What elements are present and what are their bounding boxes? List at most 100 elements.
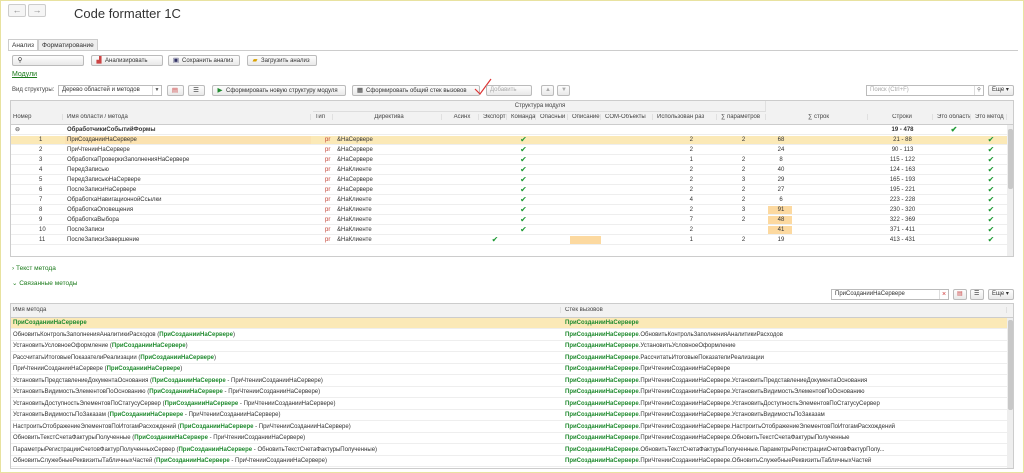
chevron-down-icon: ⌄ — [12, 280, 18, 287]
move-up-button[interactable]: ▲ — [541, 85, 554, 96]
related-scrollbar-thumb[interactable] — [1008, 320, 1013, 410]
list-item[interactable]: ПараметрыРегистрацииСчетовФактурПолученн… — [11, 445, 1007, 456]
collapse-icon[interactable]: ⊖ — [13, 126, 23, 134]
table-row[interactable]: 2 ПриЧтенииНаСервере pr &НаСервере ✔ 2 24 90 - … — [11, 146, 1007, 155]
list-item[interactable]: ПриСозданииНаСервере ПриСозданииНаСервере — [11, 318, 1007, 329]
col-type[interactable]: Тип — [313, 114, 333, 120]
call-stack: ПриСозданииНаСервере.ПриЧтенииСозданииНа… — [563, 399, 1007, 409]
row-params: 2 — [741, 197, 746, 203]
check-icon: ✔ — [520, 186, 527, 194]
method-name: ПараметрыРегистрацииСчетовФактурПолученн… — [11, 445, 561, 455]
call-stack: ПриСозданииНаСервере.ПриЧтенииСозданииНа… — [563, 364, 1007, 374]
search-button[interactable]: ⚲ — [12, 55, 84, 66]
related-methods-section[interactable]: ⌄ Связанные методы — [12, 279, 77, 287]
row-name: ПослеЗаписиЗавершение — [67, 237, 140, 243]
folder-icon: ▰ — [252, 57, 258, 64]
structure-select-value: Дерево областей и методов — [62, 87, 140, 93]
list-item[interactable]: УстановитьПредставлениеДокументаОсновани… — [11, 376, 1007, 387]
table-row[interactable]: 11 ПослеЗаписиЗавершение pr &НаКлиенте ✔ 1 2 19… — [11, 236, 1007, 245]
modules-link[interactable]: Модули — [12, 71, 37, 78]
related-vertical-scrollbar[interactable] — [1007, 318, 1013, 468]
move-down-button[interactable]: ▼ — [557, 85, 570, 96]
col-com-objects[interactable]: COM-Объекты — [603, 114, 653, 120]
row-type: pr — [325, 237, 331, 243]
row-lines-sum: 8 — [779, 157, 783, 163]
related-more-button[interactable]: Еще ▾ — [988, 289, 1014, 300]
call-stack-suffix: .РассчитатьИтоговыеПоказателиРеализации — [638, 354, 765, 361]
back-button[interactable]: ← — [8, 4, 26, 17]
table-row[interactable]: 7 ОбработкаНавигационнойСсылки pr &НаКлиент… — [11, 196, 1007, 205]
call-stack: ПриСозданииНаСервере.ОбновитьКонтрольЗап… — [563, 330, 1007, 340]
list-item[interactable]: РассчитатьИтоговыеПоказателиРеализации (… — [11, 353, 1007, 364]
table-row[interactable]: 10 ПослеЗаписи pr &НаКлиенте ✔ 2 41 371 - 411 ✔ — [11, 226, 1007, 235]
col-number[interactable]: Номер — [11, 114, 63, 120]
method-name-highlight: ПриСозданииНаСервере — [178, 446, 253, 453]
row-lines-range: 115 - 122 — [890, 157, 915, 163]
list-item[interactable]: УстановитьДоступностьЭлементовПоСтатусуС… — [11, 399, 1007, 410]
col-command[interactable]: Команда — [509, 114, 536, 120]
list-item[interactable]: ОбновитьКонтрольЗаполненияАналитикиРасхо… — [11, 330, 1007, 341]
col-used-count[interactable]: Использован раз — [655, 114, 717, 120]
check-icon: ✔ — [987, 156, 995, 164]
col-params-sum[interactable]: ∑ параметров — [719, 114, 766, 120]
related-tree-button[interactable]: ▤ — [953, 289, 967, 300]
list-item[interactable]: ОбновитьСлужебныеРеквизитыТабличныхЧасте… — [11, 456, 1007, 467]
group-row[interactable]: ⊖ ОбработчикиСобытийФормы 19 - 478 ✔ — [11, 126, 1007, 135]
list-item[interactable]: УстановитьВидимостьЭлементовПоОснованию … — [11, 387, 1007, 398]
table-row[interactable]: 1 ПриСозданииНаСервере pr &НаСервере ✔ 2 2 68 21… — [11, 136, 1007, 145]
save-analysis-button[interactable]: ▣ Сохранить анализ — [168, 55, 240, 66]
call-stack: ПриСозданииНаСервере.ПриЧтенииСозданииНа… — [563, 456, 1007, 466]
list-item[interactable]: ПриЧтенииСозданииНаСервере (ПриСозданииН… — [11, 364, 1007, 375]
list-item[interactable]: ОбновитьТекстСчетаФактурыПолученные (При… — [11, 433, 1007, 444]
vertical-scrollbar[interactable] — [1007, 125, 1013, 256]
module-structure-table[interactable]: Структура модуля Номер Имя области / мет… — [10, 100, 1014, 257]
add-button[interactable]: Добавить — [486, 85, 532, 96]
list-view-button[interactable]: ☰ — [188, 85, 205, 96]
col-export[interactable]: Экспорт — [481, 114, 507, 120]
add-label: Добавить — [490, 87, 517, 93]
row-used: 1 — [689, 237, 693, 243]
call-stack-suffix: .ПриЧтенииСозданииНаСервере.ОбновитьТекс… — [638, 435, 850, 441]
structure-select[interactable]: Дерево областей и методов ▼ — [58, 85, 162, 96]
list-item[interactable]: УстановитьВидимостьПоЗаказам (ПриСоздани… — [11, 410, 1007, 421]
list-item[interactable]: УстановитьУсловноеОформление (ПриСоздани… — [11, 341, 1007, 352]
arrow-up-icon: ▲ — [545, 87, 551, 93]
related-search-input[interactable]: ПриСозданииНаСервере × — [831, 289, 949, 300]
table-row[interactable]: 6 ПослеЗаписиНаСервере pr &НаСервере ✔ 2 2 27 19… — [11, 186, 1007, 195]
call-stack-highlight: ПриСозданииНаСервере — [565, 400, 639, 407]
table-row[interactable]: 5 ПередЗаписьюНаСервере pr &НаСервере ✔ 2 3 29 1… — [11, 176, 1007, 185]
col-description[interactable]: Описание — [570, 114, 601, 120]
col-directive[interactable]: Директива — [335, 114, 442, 120]
col-name[interactable]: Имя области / метода — [65, 114, 311, 120]
more-button[interactable]: Еще ▾ — [988, 85, 1014, 96]
method-text-section[interactable]: › Текст метода — [12, 265, 56, 272]
form-stack-button[interactable]: ▦ Сформировать общий стек вызовов — [352, 85, 480, 96]
form-new-structure-button[interactable]: ▶ Сформировать новую структуру модуля — [212, 85, 346, 96]
col-call-stack[interactable]: Стек вызовов — [563, 307, 1007, 313]
table-row[interactable]: 3 ОбработкаПроверкиЗаполненияНаСервере pr &… — [11, 156, 1007, 165]
related-list-button[interactable]: ☰ — [970, 289, 984, 300]
col-is-method[interactable]: Это метод — [973, 114, 1007, 120]
search-input[interactable]: Поиск (Ctrl+F) ⚲ — [866, 85, 984, 96]
scrollbar-thumb[interactable] — [1008, 129, 1013, 189]
table-row[interactable]: 4 ПередЗаписью pr &НаКлиенте ✔ 2 2 40 124 - 163 ✔ — [11, 166, 1007, 175]
col-lines[interactable]: Строки — [870, 114, 933, 120]
col-async[interactable]: Асинх — [444, 114, 479, 120]
method-name-highlight: ПриСозданииНаСервере — [111, 343, 186, 349]
related-methods-table[interactable]: Имя метода Стек вызовов ПриСозданииНаСер… — [10, 303, 1014, 469]
clear-icon[interactable]: × — [939, 290, 948, 299]
col-dangerous[interactable]: Опасный — [538, 114, 568, 120]
col-is-region[interactable]: Это область — [935, 114, 971, 120]
row-type: pr — [325, 167, 331, 173]
analyze-button[interactable]: ▟ Анализировать — [91, 55, 163, 66]
table-row[interactable]: 9 ОбработкаВыбора pr &НаКлиенте ✔ 7 2 48 322 - 3… — [11, 216, 1007, 225]
col-method-name[interactable]: Имя метода — [11, 307, 561, 313]
row-type: pr — [325, 187, 331, 193]
load-analysis-button[interactable]: ▰ Загрузить анализ — [247, 55, 317, 66]
list-item[interactable]: НастроитьОтображениеЭлементовПоИтогамРас… — [11, 422, 1007, 433]
col-lines-sum[interactable]: ∑ строк — [768, 114, 868, 120]
forward-button[interactable]: → — [28, 4, 46, 17]
tree-view-button[interactable]: ▤ — [167, 85, 184, 96]
table-row[interactable]: 8 ОбработкаОповещения pr &НаКлиенте ✔ 2 3 91 230… — [11, 206, 1007, 215]
row-lines-range: 21 - 88 — [893, 137, 912, 143]
